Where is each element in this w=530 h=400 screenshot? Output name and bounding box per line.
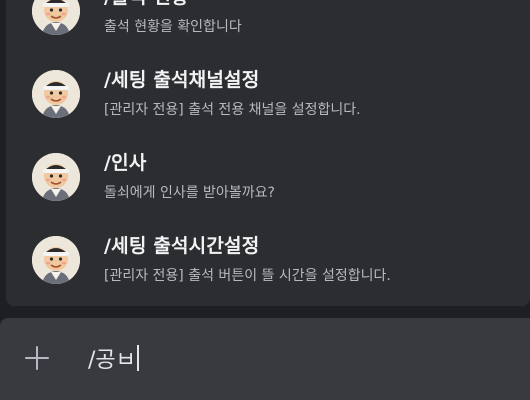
bot-avatar [32,236,80,284]
bot-avatar [32,153,80,201]
command-description: [관리자 전용] 출석 전용 채널을 설정합니다. [104,102,361,118]
command-name: /세팅 출석채널설정 [104,69,260,91]
slash-command-popup: /출석 현황 출석 현황을 확인합니다 /세팅 [6,0,530,306]
bot-avatar [32,0,80,35]
discord-chat-area: /출석 현황 출석 현황을 확인합니다 /세팅 [0,0,530,400]
command-description: 돌쇠에게 인사를 받아볼까요? [104,185,275,201]
command-name: /인사 [104,152,147,174]
bot-avatar [32,70,80,118]
message-input[interactable]: /공ㅂ [88,342,139,374]
command-item-attendance-status[interactable]: /출석 현황 출석 현황을 확인합니다 [6,0,530,50]
command-name: /세팅 출석시간설정 [104,235,260,257]
message-composer: /공ㅂ [0,318,530,400]
command-description: 출석 현황을 확인합니다 [104,19,242,35]
command-item-greeting[interactable]: /인사 돌쇠에게 인사를 받아볼까요? [6,136,530,216]
plus-icon[interactable] [24,345,50,371]
message-input-text: /공ㅂ [88,348,136,373]
command-item-time-setting[interactable]: /세팅 출석시간설정 [관리자 전용] 출석 버튼이 뜰 시간을 설정합니다. [6,219,530,299]
command-name: /출석 현황 [104,0,189,9]
command-description: [관리자 전용] 출석 버튼이 뜰 시간을 설정합니다. [104,268,391,284]
command-item-channel-setting[interactable]: /세팅 출석채널설정 [관리자 전용] 출석 전용 채널을 설정합니다. [6,53,530,133]
text-caret [136,345,139,371]
